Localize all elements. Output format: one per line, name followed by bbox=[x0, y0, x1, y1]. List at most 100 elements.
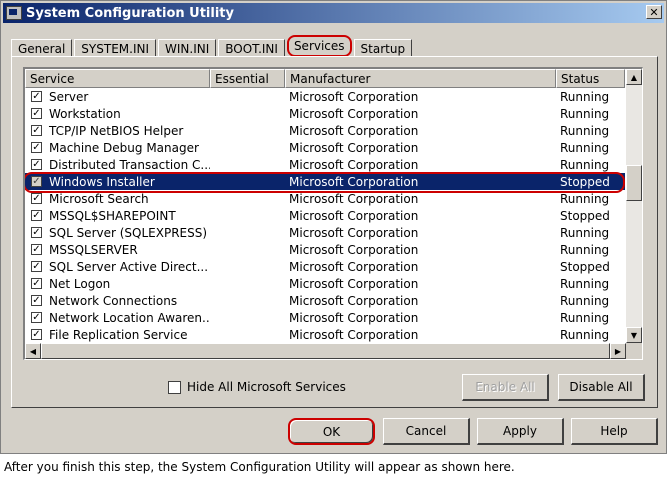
close-icon[interactable]: ✕ bbox=[646, 5, 662, 19]
service-name: File Replication Service bbox=[49, 327, 188, 342]
service-checkbox[interactable]: ✓ bbox=[31, 125, 42, 136]
service-name-cell: ✓ Network Location Awaren... bbox=[25, 311, 210, 325]
service-name-cell: ✓ Machine Debug Manager bbox=[25, 141, 210, 155]
service-row[interactable]: ✓ MSSQLSERVER Microsoft Corporation Running bbox=[25, 241, 625, 258]
service-manufacturer: Microsoft Corporation bbox=[289, 174, 419, 189]
service-name-cell: ✓ SQL Server Active Direct... bbox=[25, 260, 210, 274]
app-icon bbox=[6, 6, 22, 20]
service-manufacturer: Microsoft Corporation bbox=[289, 310, 419, 325]
service-checkbox[interactable]: ✓ bbox=[31, 244, 42, 255]
service-row[interactable]: ✓ SQL Server (SQLEXPRESS) Microsoft Corpor… bbox=[25, 224, 625, 241]
service-checkbox[interactable]: ✓ bbox=[31, 193, 42, 204]
service-status: Running bbox=[560, 327, 610, 342]
column-essential[interactable]: Essential bbox=[210, 69, 285, 88]
service-name-cell: ✓ Workstation bbox=[25, 107, 210, 121]
service-checkbox[interactable]: ✓ bbox=[31, 278, 42, 289]
service-row[interactable]: ✓ File Replication Service Microsoft Corpo… bbox=[25, 326, 625, 343]
service-status: Running bbox=[560, 310, 610, 325]
service-name: Machine Debug Manager bbox=[49, 140, 199, 155]
vertical-scrollbar[interactable]: ▲ ▼ bbox=[626, 69, 642, 343]
scrollbar-corner bbox=[626, 343, 642, 359]
service-manufacturer: Microsoft Corporation bbox=[289, 225, 419, 240]
service-status: Running bbox=[560, 106, 610, 121]
help-button[interactable]: Help bbox=[571, 418, 658, 445]
service-checkbox[interactable]: ✓ bbox=[31, 210, 42, 221]
service-manufacturer: Microsoft Corporation bbox=[289, 123, 419, 138]
scroll-right-icon[interactable]: ▶ bbox=[610, 343, 626, 359]
disable-all-button[interactable]: Disable All bbox=[558, 374, 645, 401]
service-name: MSSQL$SHAREPOINT bbox=[49, 208, 176, 223]
service-manufacturer: Microsoft Corporation bbox=[289, 259, 419, 274]
hide-ms-services-checkbox[interactable] bbox=[168, 380, 181, 394]
service-row[interactable]: ✓ Net Logon Microsoft Corporation Running bbox=[25, 275, 625, 292]
service-manufacturer: Microsoft Corporation bbox=[289, 191, 419, 206]
window-title: System Configuration Utility bbox=[26, 5, 234, 21]
enable-all-button[interactable]: Enable All bbox=[462, 374, 549, 401]
service-name-cell: ✓ MSSQL$SHAREPOINT bbox=[25, 209, 210, 223]
service-name: Network Connections bbox=[49, 293, 178, 308]
service-status: Running bbox=[560, 140, 610, 155]
service-name: Windows Installer bbox=[49, 174, 155, 189]
cancel-button[interactable]: Cancel bbox=[383, 418, 470, 445]
service-status: Stopped bbox=[560, 259, 610, 274]
service-name-cell: ✓ Network Connections bbox=[25, 294, 210, 308]
tab-services[interactable]: Services bbox=[286, 35, 352, 57]
vertical-scroll-thumb[interactable] bbox=[626, 165, 642, 201]
service-checkbox[interactable]: ✓ bbox=[31, 329, 42, 340]
service-status: Stopped bbox=[560, 174, 610, 189]
service-manufacturer: Microsoft Corporation bbox=[289, 140, 419, 155]
horizontal-scroll-thumb[interactable] bbox=[41, 343, 610, 359]
service-row[interactable]: ✓ Network Location Awaren... Microsoft Cor… bbox=[25, 309, 625, 326]
service-name: Distributed Transaction C... bbox=[49, 157, 210, 172]
service-checkbox[interactable]: ✓ bbox=[31, 227, 42, 238]
service-status: Running bbox=[560, 293, 610, 308]
service-row[interactable]: ✓ Distributed Transaction C... Microsoft C… bbox=[25, 156, 625, 173]
service-name: Net Logon bbox=[49, 276, 111, 291]
tab-general[interactable]: General bbox=[11, 39, 73, 57]
services-list[interactable]: Service Essential Manufacturer Status ✓ S… bbox=[23, 67, 643, 360]
service-checkbox[interactable]: ✓ bbox=[31, 176, 42, 187]
service-checkbox[interactable]: ✓ bbox=[31, 108, 42, 119]
service-name-cell: ✓ Windows Installer bbox=[25, 175, 210, 189]
figure-caption: After you finish this step, the System C… bbox=[4, 460, 515, 474]
service-status: Running bbox=[560, 157, 610, 172]
apply-button[interactable]: Apply bbox=[477, 418, 564, 445]
service-manufacturer: Microsoft Corporation bbox=[289, 208, 419, 223]
service-checkbox[interactable]: ✓ bbox=[31, 312, 42, 323]
scroll-left-icon[interactable]: ◀ bbox=[25, 343, 41, 359]
title-bar[interactable]: System Configuration Utility ✕ bbox=[3, 3, 664, 23]
service-name: SQL Server Active Direct... bbox=[49, 259, 209, 274]
service-manufacturer: Microsoft Corporation bbox=[289, 293, 419, 308]
tab-system-ini[interactable]: SYSTEM.INI bbox=[74, 39, 156, 57]
scroll-down-icon[interactable]: ▼ bbox=[626, 327, 642, 343]
horizontal-scrollbar[interactable]: ◀ ▶ bbox=[25, 343, 626, 359]
service-name-cell: ✓ Server bbox=[25, 90, 210, 104]
ok-button[interactable]: OK bbox=[288, 418, 375, 445]
column-manufacturer[interactable]: Manufacturer bbox=[285, 69, 556, 88]
service-row[interactable]: ✓ MSSQL$SHAREPOINT Microsoft Corporation St… bbox=[25, 207, 625, 224]
service-row[interactable]: ✓ Microsoft Search Microsoft Corporation Ru… bbox=[25, 190, 625, 207]
service-status: Running bbox=[560, 276, 610, 291]
service-checkbox[interactable]: ✓ bbox=[31, 261, 42, 272]
service-checkbox[interactable]: ✓ bbox=[31, 159, 42, 170]
service-checkbox[interactable]: ✓ bbox=[31, 142, 42, 153]
service-checkbox[interactable]: ✓ bbox=[31, 295, 42, 306]
service-row[interactable]: ✓ SQL Server Active Direct... Microsoft Co… bbox=[25, 258, 625, 275]
service-status: Running bbox=[560, 123, 610, 138]
service-row[interactable]: ✓ Server Microsoft Corporation Running bbox=[25, 88, 625, 105]
service-checkbox[interactable]: ✓ bbox=[31, 91, 42, 102]
hide-ms-services-option[interactable]: Hide All Microsoft Services bbox=[168, 380, 346, 394]
service-row[interactable]: ✓ Machine Debug Manager Microsoft Corporat… bbox=[25, 139, 625, 156]
tab-startup[interactable]: Startup bbox=[353, 39, 413, 57]
service-rows: ✓ Server Microsoft Corporation Running ✓ Work… bbox=[25, 88, 625, 343]
service-row[interactable]: ✓ Network Connections Microsoft Corporatio… bbox=[25, 292, 625, 309]
tab-boot-ini[interactable]: BOOT.INI bbox=[218, 39, 285, 57]
service-row[interactable]: ✓ Workstation Microsoft Corporation Running bbox=[25, 105, 625, 122]
service-row[interactable]: ✓ Windows Installer Microsoft Corporation S… bbox=[25, 172, 625, 193]
column-service[interactable]: Service bbox=[25, 69, 210, 88]
service-row[interactable]: ✓ TCP/IP NetBIOS Helper Microsoft Corporat… bbox=[25, 122, 625, 139]
column-status[interactable]: Status bbox=[556, 69, 625, 88]
scroll-up-icon[interactable]: ▲ bbox=[626, 69, 642, 85]
list-header: Service Essential Manufacturer Status bbox=[25, 69, 625, 88]
tab-win-ini[interactable]: WIN.INI bbox=[158, 39, 217, 57]
